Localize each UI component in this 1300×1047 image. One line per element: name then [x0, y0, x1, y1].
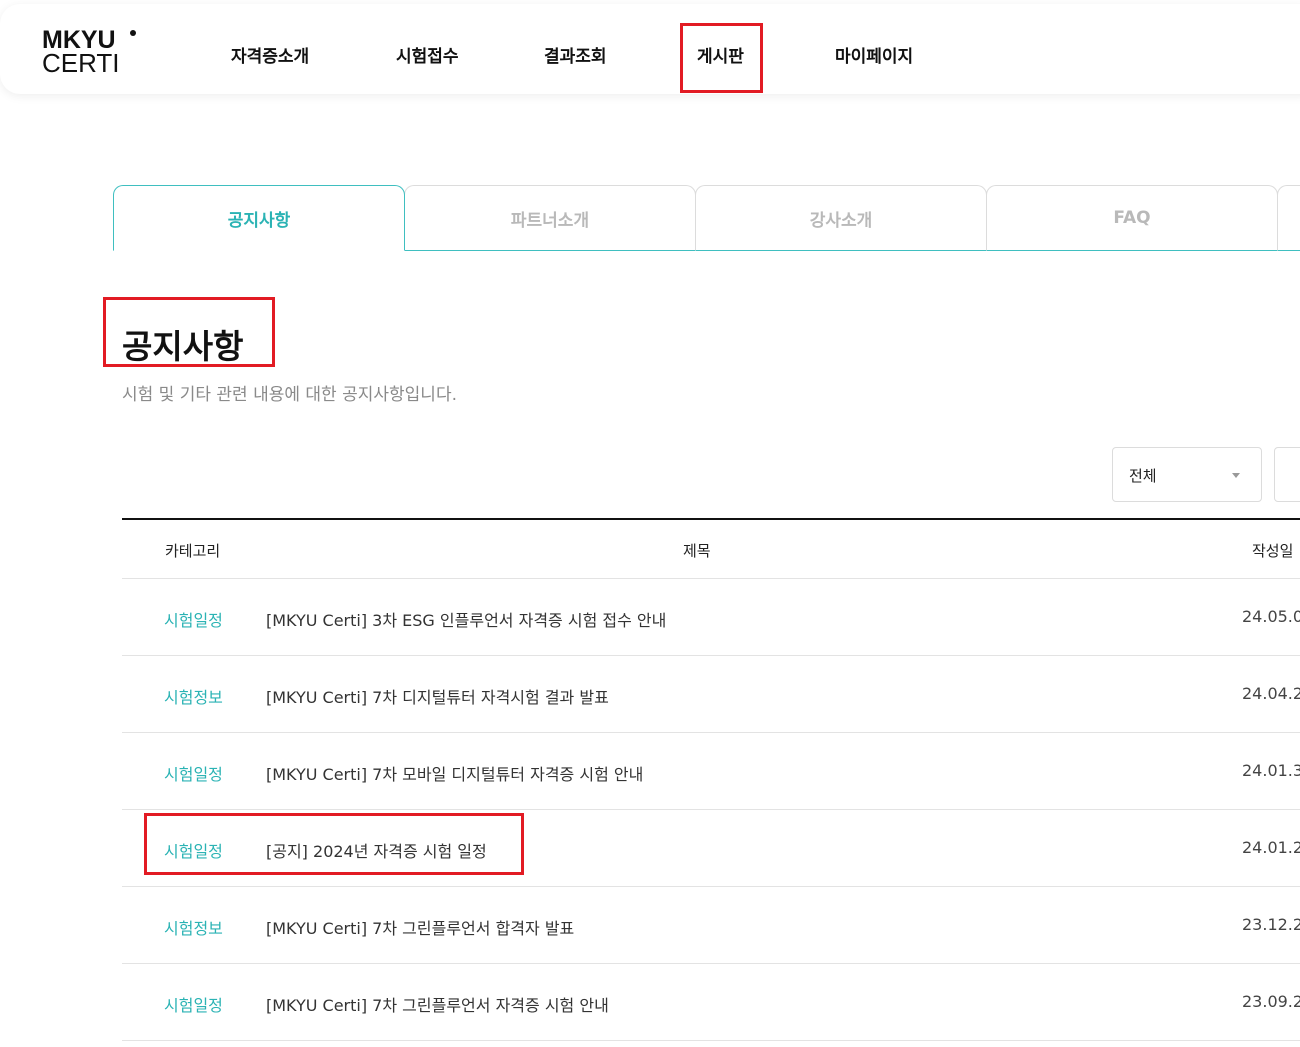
page-description: 시험 및 기타 관련 내용에 대한 공지사항입니다.: [122, 385, 457, 405]
row-category: 시험일정: [164, 765, 223, 784]
tab-label: FAQ: [1113, 208, 1151, 228]
board-tabs: 공지사항 파트너소개 강사소개 FAQ: [113, 185, 1300, 252]
row-date: 24.04.22: [1242, 684, 1300, 703]
search-input-partial[interactable]: [1274, 447, 1300, 502]
page: MKYU CERTI 자격증소개 시험접수 결과조회 게시판 마이페이지 공지사…: [0, 0, 1300, 1047]
nav-item-exam-registration[interactable]: 시험접수: [396, 42, 459, 67]
column-header-category: 카테고리: [165, 542, 221, 560]
nav-item-certificate-intro[interactable]: 자격증소개: [231, 42, 309, 67]
tab-label: 강사소개: [809, 210, 873, 231]
chevron-down-icon: [1232, 473, 1240, 478]
tab-label: 공지사항: [227, 210, 291, 231]
table-row[interactable]: 시험정보 [MKYU Certi] 7차 그린플루언서 합격자 발표 23.12…: [122, 887, 1300, 964]
category-filter-select[interactable]: 전체: [1112, 447, 1262, 502]
table-header: 카테고리 제목 작성일: [122, 518, 1300, 579]
tab-notice[interactable]: 공지사항: [113, 185, 405, 251]
row-date: 24.05.02: [1242, 607, 1300, 626]
row-category: 시험정보: [164, 919, 223, 938]
row-title[interactable]: [MKYU Certi] 7차 그린플루언서 합격자 발표: [266, 915, 574, 939]
tab-partners[interactable]: 파트너소개: [404, 185, 696, 251]
highlight-box-page-title: [103, 297, 275, 367]
tab-faq[interactable]: FAQ: [986, 185, 1278, 251]
table-row[interactable]: 시험일정 [MKYU Certi] 7차 모바일 디지털튜터 자격증 시험 안내…: [122, 733, 1300, 810]
row-date: 24.01.29: [1242, 838, 1300, 857]
row-category: 시험정보: [164, 688, 223, 707]
column-header-title: 제목: [683, 542, 711, 560]
row-date: 23.09.20: [1242, 992, 1300, 1011]
site-logo[interactable]: MKYU CERTI: [42, 28, 142, 78]
highlight-box-notice-row: [144, 813, 524, 875]
row-title[interactable]: [MKYU Certi] 7차 그린플루언서 자격증 시험 안내: [266, 992, 609, 1016]
logo-dot: [130, 30, 136, 36]
row-category: 시험일정: [164, 611, 223, 630]
table-row[interactable]: 시험정보 [MKYU Certi] 7차 디지털튜터 자격시험 결과 발표 24…: [122, 656, 1300, 733]
nav-item-result-lookup[interactable]: 결과조회: [544, 42, 607, 67]
row-title[interactable]: [MKYU Certi] 7차 모바일 디지털튜터 자격증 시험 안내: [266, 761, 643, 785]
row-date: 24.01.30: [1242, 761, 1300, 780]
tab-next-partial[interactable]: [1277, 185, 1300, 251]
highlight-box-board-nav: [680, 23, 763, 93]
table-row[interactable]: 시험일정 [MKYU Certi] 3차 ESG 인플루언서 자격증 시험 접수…: [122, 579, 1300, 656]
logo-line2: CERTI: [42, 48, 120, 78]
nav-item-mypage[interactable]: 마이페이지: [835, 42, 913, 67]
site-header: MKYU CERTI 자격증소개 시험접수 결과조회 게시판 마이페이지: [0, 4, 1300, 94]
row-date: 23.12.22: [1242, 915, 1300, 934]
row-category: 시험일정: [164, 996, 223, 1015]
category-filter-value: 전체: [1129, 467, 1157, 485]
tab-label: 파트너소개: [510, 210, 590, 231]
row-title[interactable]: [MKYU Certi] 7차 디지털튜터 자격시험 결과 발표: [266, 684, 609, 708]
notice-table: 카테고리 제목 작성일 시험일정 [MKYU Certi] 3차 ESG 인플루…: [122, 518, 1300, 1041]
table-row[interactable]: 시험일정 [MKYU Certi] 7차 그린플루언서 자격증 시험 안내 23…: [122, 964, 1300, 1041]
row-title[interactable]: [MKYU Certi] 3차 ESG 인플루언서 자격증 시험 접수 안내: [266, 607, 666, 631]
tab-instructors[interactable]: 강사소개: [695, 185, 987, 251]
column-header-date: 작성일: [1252, 542, 1294, 560]
